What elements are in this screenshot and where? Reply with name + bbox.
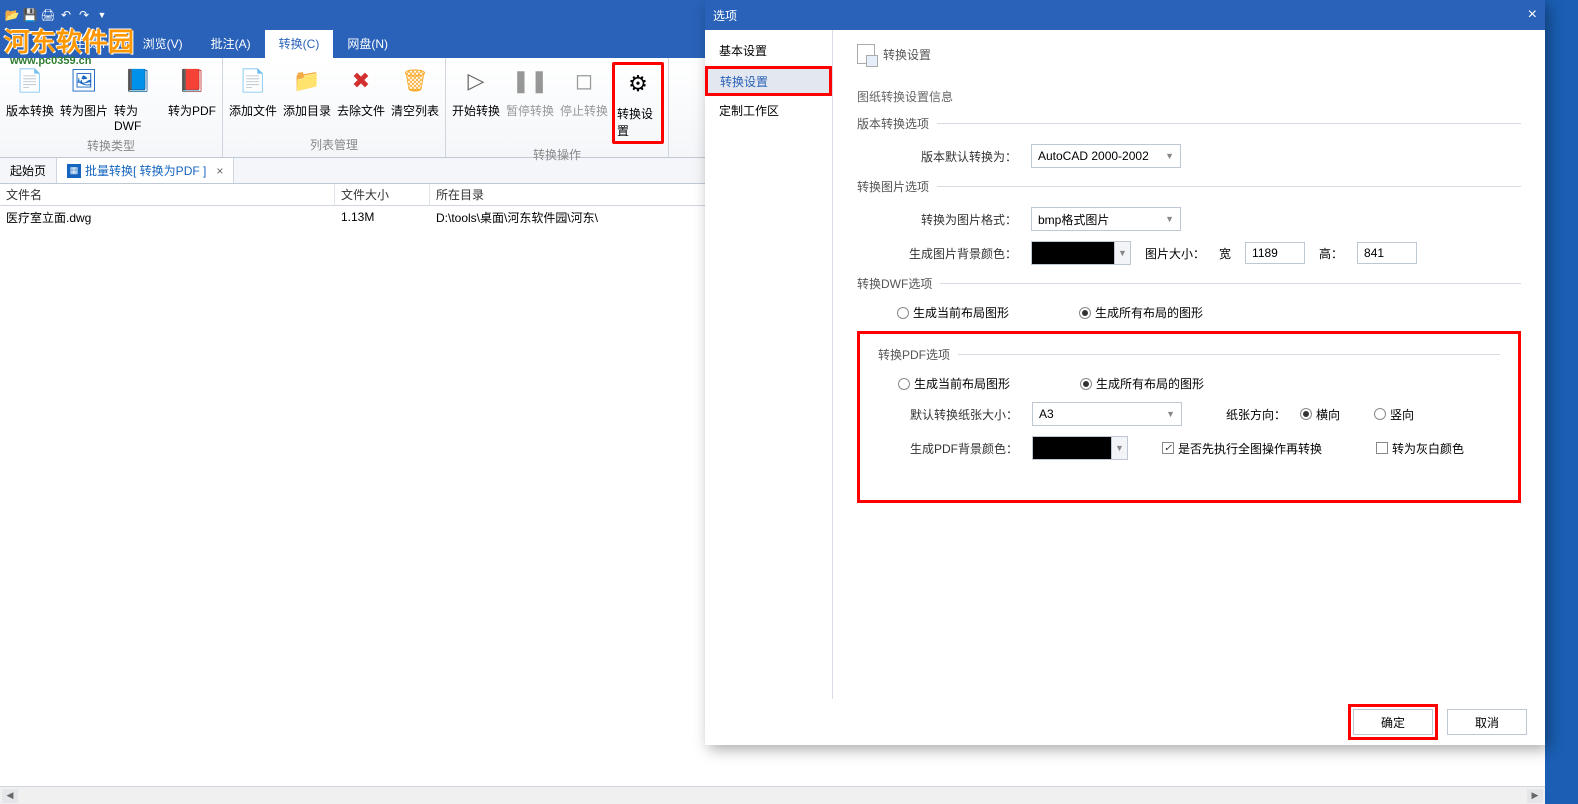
select-default-version[interactable]: AutoCAD 2000-2002▼ [1031,144,1181,168]
check-full-op[interactable]: 是否先执行全图操作再转换 [1162,440,1322,457]
label-height: 高： [1319,245,1343,262]
radio-pdf-current[interactable]: 生成当前布局图形 [898,375,1010,392]
qat-print-icon[interactable]: 🖨 [40,7,56,23]
btn-convert-settings[interactable]: ⚙转换设置 [612,62,664,144]
chevron-down-icon: ▼ [1166,409,1175,419]
label-width: 宽 [1219,245,1231,262]
radio-dwf-all[interactable]: 生成所有布局的图形 [1079,304,1203,321]
btn-convert-dwf[interactable]: 📘转为DWF [112,62,164,135]
chevron-down-icon: ▼ [1111,437,1127,459]
qat-redo-icon[interactable]: ↷ [76,7,92,23]
btn-clear-list[interactable]: 🗑清空列表 [389,62,441,121]
ribbon-group-ops: 转换操作 [533,144,581,165]
btn-add-folder[interactable]: 📁添加目录 [281,62,333,121]
input-height[interactable]: 841 [1357,242,1417,264]
side-basic-settings[interactable]: 基本设置 [705,36,832,66]
chevron-down-icon: ▼ [1114,242,1130,264]
page-title: 转换设置 [883,46,931,63]
radio-dwf-current[interactable]: 生成当前布局图形 [897,304,1009,321]
section-info-label: 图纸转换设置信息 [857,88,1521,105]
menu-cloud[interactable]: 网盘(N) [333,30,402,58]
label-image-bg: 生成图片背景颜色： [897,245,1017,262]
chevron-down-icon: ▼ [1165,151,1174,161]
side-workspace[interactable]: 定制工作区 [705,96,832,126]
settings-page-icon [857,44,875,64]
options-dialog: 选项 × 基本设置 转换设置 定制工作区 转换设置 图纸转换设置信息 版本转换选… [705,0,1545,745]
gear-icon: ⚙ [621,67,655,101]
qat-open-icon[interactable]: 📂 [4,7,20,23]
check-grayscale[interactable]: 转为灰白颜色 [1376,440,1464,457]
label-image-size: 图片大小： [1145,245,1205,262]
btn-start-convert[interactable]: ▷开始转换 [450,62,502,121]
ribbon-group-convtype: 转换类型 [87,135,135,156]
section-image: 转换图片选项 [857,178,929,195]
section-dwf: 转换DWF选项 [857,275,932,292]
ok-button[interactable]: 确定 [1353,709,1433,735]
btn-convert-pdf[interactable]: 📕转为PDF [166,62,218,121]
ribbon-group-list: 列表管理 [310,134,358,155]
color-pdf-bg[interactable]: ▼ [1032,436,1128,460]
col-filesize[interactable]: 文件大小 [335,184,430,205]
scroll-right-icon[interactable]: ▶ [1527,789,1543,803]
dialog-title: 选项 [713,7,737,24]
section-pdf: 转换PDF选项 [878,346,950,363]
input-width[interactable]: 1189 [1245,242,1305,264]
label-orientation: 纸张方向： [1226,406,1286,423]
color-image-bg[interactable]: ▼ [1031,241,1131,265]
side-convert-settings[interactable]: 转换设置 [705,66,832,96]
scroll-left-icon[interactable]: ◀ [2,789,18,803]
label-image-format: 转换为图片格式： [897,211,1017,228]
label-paper-size: 默认转换纸张大小： [898,406,1018,423]
tab-icon: ▦ [67,164,81,178]
menu-annotate[interactable]: 批注(A) [197,30,265,58]
menu-view[interactable]: 浏览(V) [129,30,197,58]
qat-save-icon[interactable]: 💾 [22,7,38,23]
cell-file: 医疗室立面.dwg [0,209,335,226]
close-tab-icon[interactable]: × [216,164,223,178]
btn-convert-image[interactable]: 🖼转为图片 [58,62,110,121]
menu-convert[interactable]: 转换(C) [265,30,334,58]
radio-landscape[interactable]: 横向 [1300,406,1340,423]
col-filename[interactable]: 文件名 [0,184,335,205]
select-image-format[interactable]: bmp格式图片▼ [1031,207,1181,231]
radio-portrait[interactable]: 竖向 [1374,406,1414,423]
label-pdf-bg: 生成PDF背景颜色： [898,440,1018,457]
close-icon[interactable]: × [1528,6,1537,24]
select-paper-size[interactable]: A3▼ [1032,402,1182,426]
tab-batch[interactable]: ▦ 批量转换[ 转换为PDF ] × [57,158,234,183]
chevron-down-icon: ▼ [1165,214,1174,224]
btn-convert-version[interactable]: 📄版本转换 [4,62,56,121]
qat-more-icon[interactable]: ▼ [94,7,110,23]
horizontal-scrollbar[interactable]: ◀ ▶ [0,786,1545,804]
section-version: 版本转换选项 [857,115,929,132]
menu-home[interactable]: 主页(H) [60,30,129,58]
qat-undo-icon[interactable]: ↶ [58,7,74,23]
btn-pause-convert: ❚❚暂停转换 [504,62,556,121]
label-default-version: 版本默认转换为： [897,148,1017,165]
btn-remove-file[interactable]: ✖去除文件 [335,62,387,121]
radio-pdf-all[interactable]: 生成所有布局的图形 [1080,375,1204,392]
cancel-button[interactable]: 取消 [1447,709,1527,735]
btn-add-file[interactable]: 📄添加文件 [227,62,279,121]
cell-size: 1.13M [335,210,430,224]
btn-stop-convert: ◻停止转换 [558,62,610,121]
tab-start[interactable]: 起始页 [0,158,57,183]
